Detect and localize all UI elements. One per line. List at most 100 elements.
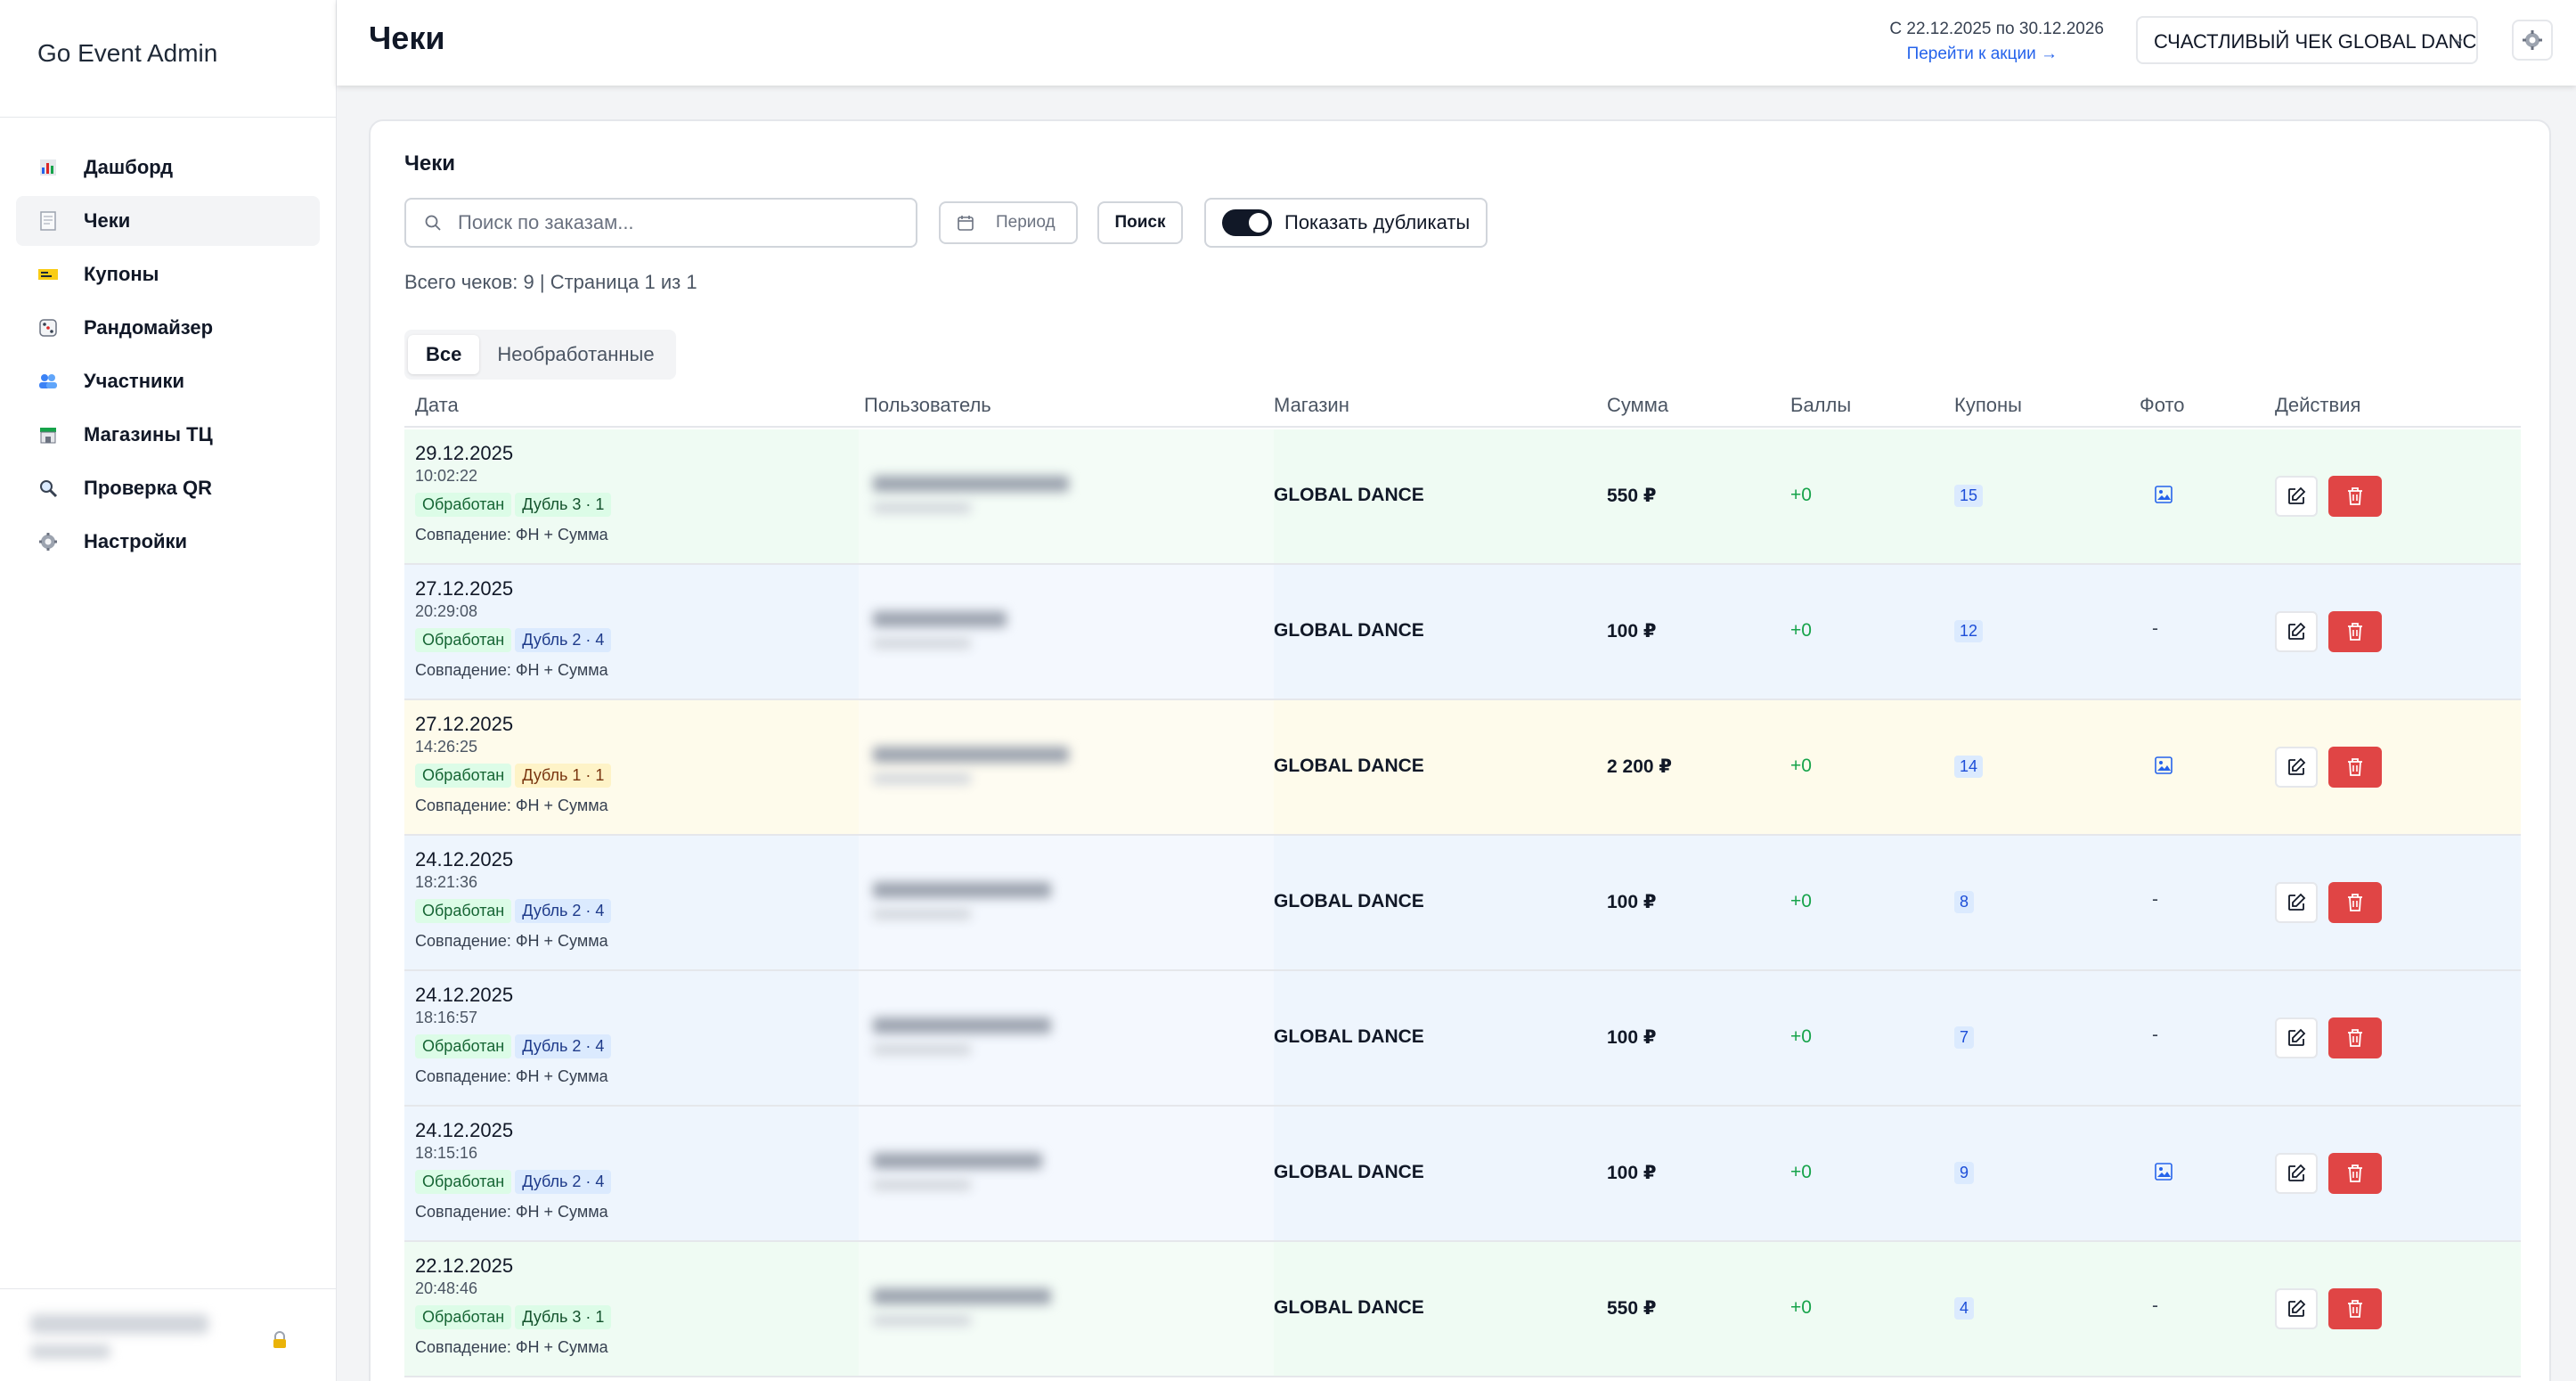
trash-icon [2348,1300,2362,1318]
trash-icon [2348,1029,2362,1047]
column-sum[interactable]: Сумма [1607,394,1668,417]
table-row[interactable]: 22.12.2025 20:48:46 Обработан Дубль 3 · 1… [404,1242,2521,1377]
shop-cell: GLOBAL DANCE [1274,1026,1424,1047]
show-duplicates-toggle[interactable]: Показать дубликаты [1204,198,1488,248]
table-row[interactable]: 24.12.2025 18:21:36 Обработан Дубль 2 · 4… [404,836,2521,971]
date-cell: 27.12.2025 14:26:25 Обработан Дубль 1 · 1… [415,713,615,815]
photo-icon[interactable] [2154,756,2173,780]
points-cell: +0 [1790,891,1812,911]
match-text: Совпадение: ФН + Сумма [415,797,608,814]
search-button[interactable]: Поиск [1097,201,1183,244]
page-title: Чеки [369,20,445,56]
table-row[interactable]: 27.12.2025 14:26:25 Обработан Дубль 1 · 1… [404,700,2521,836]
match-text: Совпадение: ФН + Сумма [415,661,608,679]
edit-icon [2288,1299,2306,1317]
sidebar-item-randomizer[interactable]: Рандомайзер [16,303,320,353]
user-cell-redacted [859,429,1274,563]
sidebar-item-label: Участники [84,370,185,392]
column-date[interactable]: Дата [415,394,459,417]
edit-button[interactable] [2275,476,2318,517]
match-text: Совпадение: ФН + Сумма [415,526,608,543]
bar-chart-icon [37,157,59,178]
edit-button[interactable] [2275,1288,2318,1329]
sidebar-item-stores[interactable]: Магазины ТЦ [16,410,320,460]
shop-cell: GLOBAL DANCE [1274,1162,1424,1182]
promo-period: С 22.12.2025 по 30.12.2026 Перейти к акц… [1889,20,2104,64]
period-button[interactable]: Период [939,201,1078,244]
photo-icon[interactable] [2154,1162,2173,1186]
duplicates-switch[interactable] [1222,209,1272,236]
status-badge: Обработан [415,899,512,923]
edit-button[interactable] [2275,1153,2318,1194]
sidebar-item-participants[interactable]: Участники [16,356,320,406]
table-row[interactable]: 29.12.2025 10:02:22 Обработан Дубль 3 · 1… [404,429,2521,565]
edit-button[interactable] [2275,1017,2318,1058]
column-points[interactable]: Баллы [1790,394,1851,417]
gear-icon [2523,30,2542,50]
sum-cell: 100 ₽ [1607,892,1657,912]
edit-button[interactable] [2275,611,2318,652]
sidebar-item-coupons[interactable]: Купоны [16,249,320,299]
photo-icon[interactable] [2154,485,2173,509]
lock-icon[interactable] [272,1331,288,1349]
search-input[interactable] [458,211,885,234]
coupons-badge[interactable]: 14 [1954,756,1984,778]
tab-unprocessed[interactable]: Необработанные [479,335,672,374]
match-text: Совпадение: ФН + Сумма [415,1203,608,1221]
sidebar-item-qr-check[interactable]: Проверка QR [16,463,320,513]
table-row[interactable]: 24.12.2025 18:15:16 Обработан Дубль 2 · 4… [404,1107,2521,1242]
coupons-badge[interactable]: 7 [1954,1026,1975,1049]
match-text: Совпадение: ФН + Сумма [415,1338,608,1356]
coupons-badge[interactable]: 15 [1954,485,1984,507]
receipt-time: 18:21:36 [415,873,478,891]
no-photo: - [2152,889,2158,910]
coupons-badge[interactable]: 8 [1954,891,1975,913]
receipts-summary: Всего чеков: 9 | Страница 1 из 1 [404,271,697,293]
sum-cell: 100 ₽ [1607,1163,1657,1183]
table-row[interactable]: 27.12.2025 20:29:08 Обработан Дубль 2 · 4… [404,565,2521,700]
points-cell: +0 [1790,485,1812,505]
column-shop[interactable]: Магазин [1274,394,1349,417]
top-header: Чеки С 22.12.2025 по 30.12.2026 Перейти … [337,0,2576,86]
dice-icon [37,317,59,339]
sidebar-item-settings[interactable]: Настройки [16,517,320,567]
edit-button[interactable] [2275,882,2318,923]
column-photo[interactable]: Фото [2140,394,2185,417]
date-cell: 24.12.2025 18:15:16 Обработан Дубль 2 · 4… [415,1119,615,1222]
delete-button[interactable] [2328,882,2382,923]
promo-link[interactable]: Перейти к акции → [1889,45,2058,64]
sum-cell: 100 ₽ [1607,621,1657,641]
coupons-badge[interactable]: 4 [1954,1297,1975,1320]
column-user[interactable]: Пользователь [864,394,991,417]
delete-button[interactable] [2328,1288,2382,1329]
no-photo: - [2152,1025,2158,1045]
tab-all[interactable]: Все [408,335,480,374]
delete-button[interactable] [2328,1153,2382,1194]
promo-select[interactable]: СЧАСТЛИВЫЙ ЧЕК GLOBAL DANCE [2136,16,2478,64]
edit-button[interactable] [2275,747,2318,788]
status-badge: Обработан [415,764,512,788]
table-row[interactable]: 24.12.2025 18:16:57 Обработан Дубль 2 · 4… [404,971,2521,1107]
delete-button[interactable] [2328,747,2382,788]
delete-button[interactable] [2328,1017,2382,1058]
user-cell-redacted [859,1107,1274,1240]
coupons-badge[interactable]: 12 [1954,620,1984,642]
user-cell-redacted [859,836,1274,969]
sidebar-item-dashboard[interactable]: Дашборд [16,143,320,192]
delete-button[interactable] [2328,476,2382,517]
points-cell: +0 [1790,1297,1812,1318]
duplicate-badge: Дубль 3 · 1 [515,493,612,517]
user-profile[interactable] [0,1288,336,1381]
promo-select-value: СЧАСТЛИВЫЙ ЧЕК GLOBAL DANCE [2154,30,2478,53]
row-actions [2275,1153,2382,1194]
trash-icon [2348,1164,2362,1182]
date-cell: 29.12.2025 10:02:22 Обработан Дубль 3 · 1… [415,442,615,544]
status-badge: Обработан [415,1034,512,1058]
column-coupons[interactable]: Купоны [1954,394,2022,417]
delete-button[interactable] [2328,611,2382,652]
duplicate-badge: Дубль 2 · 4 [515,628,612,652]
search-box[interactable] [404,198,917,248]
settings-button[interactable] [2512,20,2553,61]
coupons-badge[interactable]: 9 [1954,1162,1975,1184]
sidebar-item-receipts[interactable]: Чеки [16,196,320,246]
